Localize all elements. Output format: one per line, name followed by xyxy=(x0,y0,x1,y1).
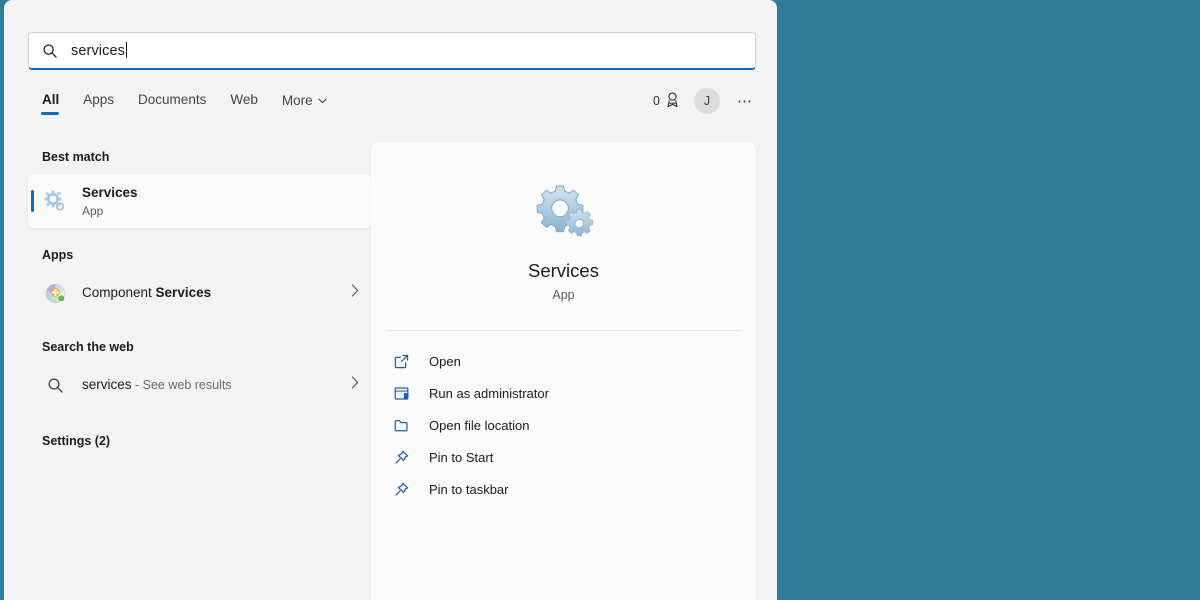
preview-title: Services xyxy=(528,260,599,281)
filter-tab-bar: All Apps Documents Web More 0 J ⋯ xyxy=(28,88,756,124)
preview-subtitle: App xyxy=(552,288,575,302)
action-open[interactable]: Open xyxy=(385,345,742,377)
rewards-count: 0 xyxy=(653,94,660,108)
tab-apps-label: Apps xyxy=(83,92,115,107)
windows-search-window: services All Apps Documents Web More 0 J… xyxy=(4,0,777,600)
section-heading-search-the-web: Search the web xyxy=(42,340,134,354)
result-title-suffix: - See web results xyxy=(131,378,232,392)
result-title: Services xyxy=(82,184,138,200)
tab-documents-label: Documents xyxy=(138,92,207,107)
action-open-file-location[interactable]: Open file location xyxy=(385,409,742,441)
section-heading-best-match: Best match xyxy=(42,150,110,164)
tab-documents[interactable]: Documents xyxy=(126,90,218,117)
folder-icon xyxy=(391,415,411,435)
search-input[interactable]: services xyxy=(28,32,756,70)
overflow-menu-button[interactable]: ⋯ xyxy=(734,90,756,112)
action-pin-to-taskbar[interactable]: Pin to taskbar xyxy=(385,473,742,505)
result-title: Component Services xyxy=(82,285,211,300)
action-label: Open file location xyxy=(429,417,530,433)
tab-all-label: All xyxy=(42,92,60,107)
preview-action-list: Open Run as administrator Open file loca… xyxy=(371,345,756,505)
text-caret xyxy=(125,42,127,58)
tab-apps[interactable]: Apps xyxy=(71,90,126,117)
desktop-background: services All Apps Documents Web More 0 J… xyxy=(0,0,1200,600)
action-label: Run as administrator xyxy=(429,385,549,401)
component-services-icon xyxy=(42,280,68,306)
tab-web[interactable]: Web xyxy=(218,90,270,117)
avatar-initial: J xyxy=(703,94,711,108)
tab-more-label: More xyxy=(281,93,313,108)
gears-icon-large xyxy=(536,185,593,237)
result-title-query: services xyxy=(82,377,132,392)
chevron-down-icon xyxy=(318,92,327,107)
search-icon xyxy=(42,372,68,398)
section-heading-apps: Apps xyxy=(42,248,74,262)
action-pin-to-start[interactable]: Pin to Start xyxy=(385,441,742,473)
gears-icon xyxy=(42,188,68,214)
action-run-as-administrator[interactable]: Run as administrator xyxy=(385,377,742,409)
pin-icon xyxy=(391,479,411,499)
search-box-container[interactable]: services xyxy=(28,32,756,70)
open-external-icon xyxy=(391,351,411,371)
avatar[interactable]: J xyxy=(694,88,720,114)
tab-web-label: Web xyxy=(230,92,258,107)
result-item-web-search[interactable]: services - See web results xyxy=(28,358,371,412)
results-list: Best match Services App Apps Component S… xyxy=(28,142,371,600)
search-icon xyxy=(41,42,59,60)
result-title-match: Services xyxy=(155,285,212,300)
shield-window-icon xyxy=(391,383,411,403)
overflow-menu-icon: ⋯ xyxy=(737,93,753,110)
action-label: Open xyxy=(429,353,461,369)
chevron-right-icon[interactable] xyxy=(351,376,359,394)
tab-all[interactable]: All xyxy=(28,90,71,117)
app-preview-panel: Services App Open Run as administrator O… xyxy=(371,142,756,600)
result-title-prefix: Component xyxy=(82,285,156,300)
medal-icon xyxy=(665,91,680,111)
result-item-component-services[interactable]: Component Services xyxy=(28,266,371,320)
action-label: Pin to taskbar xyxy=(429,481,509,497)
preview-divider xyxy=(385,330,742,331)
result-title: services - See web results xyxy=(82,377,232,392)
search-input-value: services xyxy=(71,43,125,59)
section-heading-settings: Settings (2) xyxy=(42,434,111,448)
action-label: Pin to Start xyxy=(429,449,494,465)
tab-more[interactable]: More xyxy=(270,90,339,118)
rewards-indicator[interactable]: 0 xyxy=(653,91,680,111)
result-item-services[interactable]: Services App xyxy=(28,174,371,228)
chevron-right-icon[interactable] xyxy=(351,284,359,302)
pin-icon xyxy=(391,447,411,467)
result-subtitle: App xyxy=(82,203,104,218)
